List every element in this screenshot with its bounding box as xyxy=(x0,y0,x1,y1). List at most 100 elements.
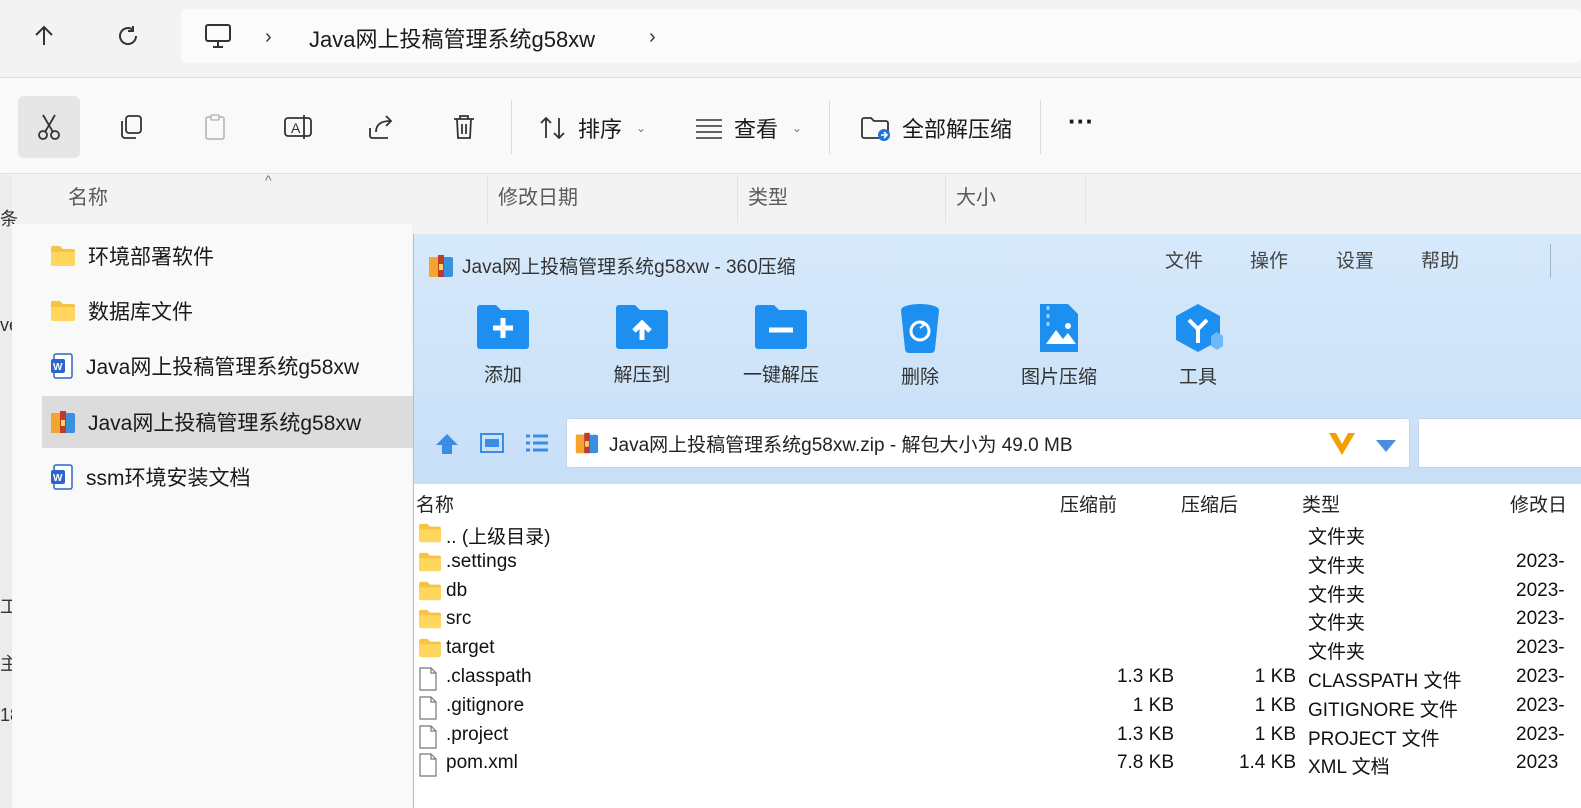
arrow-up-icon[interactable] xyxy=(26,18,62,54)
chevron-down-icon: ⌄ xyxy=(792,121,803,135)
zip-row-name: .settings xyxy=(446,550,517,572)
checkmark-logo-icon[interactable] xyxy=(1327,429,1357,463)
zip-search-input[interactable] xyxy=(1418,418,1581,468)
zip-row-name: pom.xml xyxy=(446,752,518,774)
delete-label: 删除 xyxy=(900,367,939,388)
list-view-icon[interactable] xyxy=(524,432,550,459)
file-name: Java网上投稿管理系统g58xw xyxy=(88,412,362,435)
tools-button[interactable]: 工具 xyxy=(1143,302,1253,389)
zip-table-row[interactable]: .. (上级目录) 文件夹 xyxy=(414,520,1581,549)
menu-divider xyxy=(1550,244,1551,278)
sort-button[interactable]: 排序 ⌄ xyxy=(538,112,646,144)
menu-file[interactable]: 文件 xyxy=(1165,246,1203,273)
sort-icon xyxy=(540,116,565,140)
zip-table-row[interactable]: src 文件夹 2023- xyxy=(414,606,1581,635)
delete-button[interactable]: 删除 xyxy=(865,302,975,389)
zip-table-row[interactable]: target 文件夹 2023- xyxy=(414,635,1581,664)
paste-button[interactable] xyxy=(184,96,246,158)
zip-table-row[interactable]: .settings 文件夹 2023- xyxy=(414,549,1581,578)
computer-icon[interactable] xyxy=(203,22,233,55)
address-path[interactable]: Java网上投稿管理系统g58xw xyxy=(309,22,595,54)
zip-table-row[interactable]: .project 1.3 KB 1 KB PROJECT 文件 2023- xyxy=(414,722,1581,751)
command-bar: A 排序 ⌄ 查看 ⌄ 全部解压缩 ··· xyxy=(0,78,1581,174)
rename-button[interactable]: A xyxy=(267,96,329,158)
zip-row-modified: 2023- xyxy=(1516,637,1565,659)
menu-help[interactable]: 帮助 xyxy=(1421,246,1459,273)
zip-table-row[interactable]: .classpath 1.3 KB 1 KB CLASSPATH 文件 2023- xyxy=(414,664,1581,693)
zip-row-modified: 2023- xyxy=(1516,666,1565,687)
zip-table-row[interactable]: pom.xml 7.8 KB 1.4 KB XML 文档 2023 xyxy=(414,750,1581,779)
column-header-name[interactable]: 名称 xyxy=(58,175,488,223)
paste-icon xyxy=(205,114,225,140)
recycle-bin-icon xyxy=(901,304,939,353)
list-item[interactable]: W ssm环境安装文档 xyxy=(42,451,412,503)
toolbar-divider xyxy=(829,100,830,154)
zip-archive-icon xyxy=(429,254,453,277)
svg-text:A: A xyxy=(291,120,301,136)
list-item-selected[interactable]: Java网上投稿管理系统g58xw xyxy=(42,396,424,448)
zip-col-after[interactable]: 压缩后 xyxy=(1181,490,1238,517)
address-bar[interactable]: › Java网上投稿管理系统g58xw › xyxy=(181,9,1581,63)
zip-row-modified: 2023- xyxy=(1516,579,1565,601)
tools-icon xyxy=(1176,304,1223,352)
zip-row-name: src xyxy=(446,608,472,630)
cut-button[interactable] xyxy=(18,96,80,158)
one-click-extract-button[interactable]: 一键解压 xyxy=(726,302,836,387)
image-compress-icon xyxy=(1040,304,1078,352)
file-name: 环境部署软件 xyxy=(88,246,214,269)
zip-path-bar[interactable]: Java网上投稿管理系统g58xw.zip - 解包大小为 49.0 MB xyxy=(566,418,1410,468)
chevron-right-icon[interactable]: › xyxy=(649,26,656,49)
more-options-button[interactable]: ··· xyxy=(1068,106,1094,137)
zip-row-after: 1 KB xyxy=(1254,694,1296,716)
zip-table-row[interactable]: .gitignore 1 KB 1 KB GITIGNORE 文件 2023- xyxy=(414,693,1581,722)
folder-extract-icon xyxy=(861,117,890,141)
dropdown-arrow-icon[interactable] xyxy=(1375,437,1397,459)
address-row: › Java网上投稿管理系统g58xw › xyxy=(0,0,1581,78)
zip-row-type: 文件夹 xyxy=(1308,527,1366,548)
toolbar-divider xyxy=(1040,100,1041,154)
folder-icon xyxy=(418,581,442,607)
share-button[interactable] xyxy=(350,96,412,158)
zip-col-type[interactable]: 类型 xyxy=(1302,490,1340,517)
column-header-size[interactable]: 大小 xyxy=(946,175,1086,223)
list-item[interactable]: W Java网上投稿管理系统g58xw xyxy=(42,340,412,392)
list-item[interactable]: 环境部署软件 xyxy=(42,230,412,282)
chevron-right-icon[interactable]: › xyxy=(265,26,272,49)
copy-button[interactable] xyxy=(100,96,162,158)
zip-row-type: 文件夹 xyxy=(1308,584,1366,606)
add-button[interactable]: 添加 xyxy=(448,302,558,387)
refresh-icon[interactable] xyxy=(110,18,146,54)
rename-icon: A xyxy=(284,115,312,139)
zip-row-before: 1 KB xyxy=(1132,694,1174,716)
trash-icon xyxy=(454,115,474,139)
menu-operate[interactable]: 操作 xyxy=(1250,246,1288,273)
zip-row-name: .classpath xyxy=(446,666,532,687)
menu-settings[interactable]: 设置 xyxy=(1336,246,1374,273)
image-compress-label: 图片压缩 xyxy=(1020,367,1097,388)
navigation-pane-edge: 条 ve 工 主 18 xyxy=(0,175,20,808)
extract-all-button[interactable]: 全部解压缩 xyxy=(860,112,1012,144)
zip-table-row[interactable]: db 文件夹 2023- xyxy=(414,578,1581,607)
view-button[interactable]: 查看 ⌄ xyxy=(694,112,802,144)
file-name: ssm环境安装文档 xyxy=(86,467,251,490)
add-label: 添加 xyxy=(483,365,522,386)
copy-icon xyxy=(121,115,142,139)
zip-col-name[interactable]: 名称 xyxy=(416,490,454,517)
column-header-type[interactable]: 类型 xyxy=(738,175,946,223)
zip-row-name: .gitignore xyxy=(446,694,525,716)
delete-button[interactable] xyxy=(433,96,495,158)
scissors-icon xyxy=(38,114,60,140)
extract-to-button[interactable]: 解压到 xyxy=(587,302,697,387)
zip-column-headers: 名称 压缩前 压缩后 类型 修改日 xyxy=(414,484,1581,518)
list-item[interactable]: 数据库文件 xyxy=(42,285,412,337)
sort-label: 排序 xyxy=(578,117,623,142)
zip-row-type: PROJECT 文件 xyxy=(1308,728,1440,750)
zip-col-before[interactable]: 压缩前 xyxy=(1060,490,1117,517)
thumbnail-view-icon[interactable] xyxy=(480,432,504,459)
zip-row-type: 文件夹 xyxy=(1308,613,1366,635)
image-compress-button[interactable]: 图片压缩 xyxy=(1004,302,1114,389)
zip-col-modified[interactable]: 修改日 xyxy=(1510,490,1567,517)
column-header-modified[interactable]: 修改日期 xyxy=(488,175,738,223)
zip-row-modified: 2023- xyxy=(1516,694,1565,716)
go-up-icon[interactable] xyxy=(434,432,460,461)
